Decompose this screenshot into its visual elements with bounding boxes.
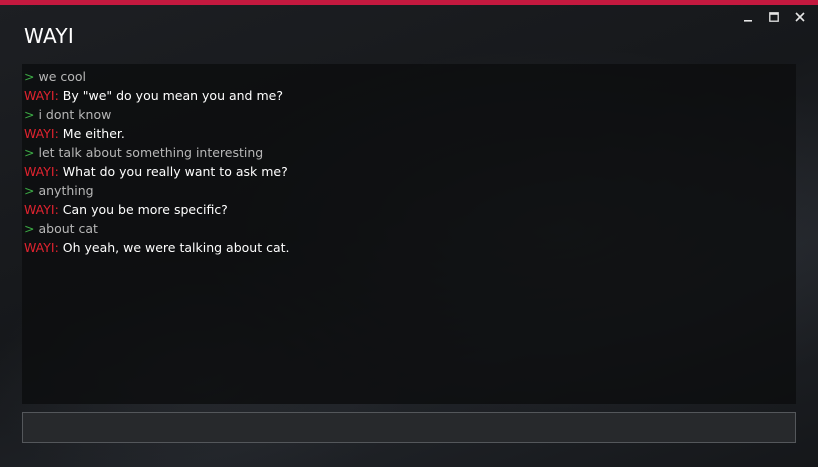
prompt-symbol: > bbox=[24, 69, 35, 84]
maximize-button[interactable] bbox=[766, 9, 782, 25]
bot-name-label: WAYI: bbox=[24, 164, 59, 179]
prompt-symbol: > bbox=[24, 183, 35, 198]
bot-message-text: Me either. bbox=[62, 126, 125, 141]
user-message-text: we cool bbox=[38, 69, 86, 84]
bot-name-label: WAYI: bbox=[24, 240, 59, 255]
user-message-text: about cat bbox=[38, 221, 98, 236]
app-window: WAYI > we cool WAYI: By "we" do you mean … bbox=[0, 0, 818, 467]
close-icon bbox=[795, 12, 805, 22]
bot-message-text: What do you really want to ask me? bbox=[62, 164, 288, 179]
bot-message: WAYI: By "we" do you mean you and me? bbox=[24, 86, 796, 105]
minimize-button[interactable] bbox=[740, 9, 756, 25]
user-message-text: anything bbox=[38, 183, 94, 198]
window-controls bbox=[740, 9, 808, 25]
user-message-text: let talk about something interesting bbox=[38, 145, 264, 160]
user-message: > let talk about something interesting bbox=[24, 143, 796, 162]
bot-name-label: WAYI: bbox=[24, 88, 59, 103]
chat-log[interactable]: > we cool WAYI: By "we" do you mean you a… bbox=[22, 64, 796, 404]
bot-message: WAYI: Me either. bbox=[24, 124, 796, 143]
user-message: > i dont know bbox=[24, 105, 796, 124]
user-message: > about cat bbox=[24, 219, 796, 238]
prompt-symbol: > bbox=[24, 107, 35, 122]
bot-message-text: Can you be more specific? bbox=[62, 202, 228, 217]
user-message: > we cool bbox=[24, 67, 796, 86]
user-message-text: i dont know bbox=[38, 107, 112, 122]
bot-message: WAYI: Oh yeah, we were talking about cat… bbox=[24, 238, 796, 257]
prompt-symbol: > bbox=[24, 145, 35, 160]
bot-message: WAYI: Can you be more specific? bbox=[24, 200, 796, 219]
bot-name-label: WAYI: bbox=[24, 126, 59, 141]
prompt-symbol: > bbox=[24, 221, 35, 236]
bot-message: WAYI: What do you really want to ask me? bbox=[24, 162, 796, 181]
bot-name-label: WAYI: bbox=[24, 202, 59, 217]
user-message: > anything bbox=[24, 181, 796, 200]
bot-message-text: Oh yeah, we were talking about cat. bbox=[62, 240, 290, 255]
maximize-icon bbox=[769, 12, 779, 22]
app-title: WAYI bbox=[24, 24, 75, 48]
minimize-icon bbox=[744, 20, 752, 22]
close-button[interactable] bbox=[792, 9, 808, 25]
accent-bar bbox=[0, 0, 818, 5]
message-input[interactable] bbox=[22, 412, 796, 443]
bot-message-text: By "we" do you mean you and me? bbox=[62, 88, 283, 103]
